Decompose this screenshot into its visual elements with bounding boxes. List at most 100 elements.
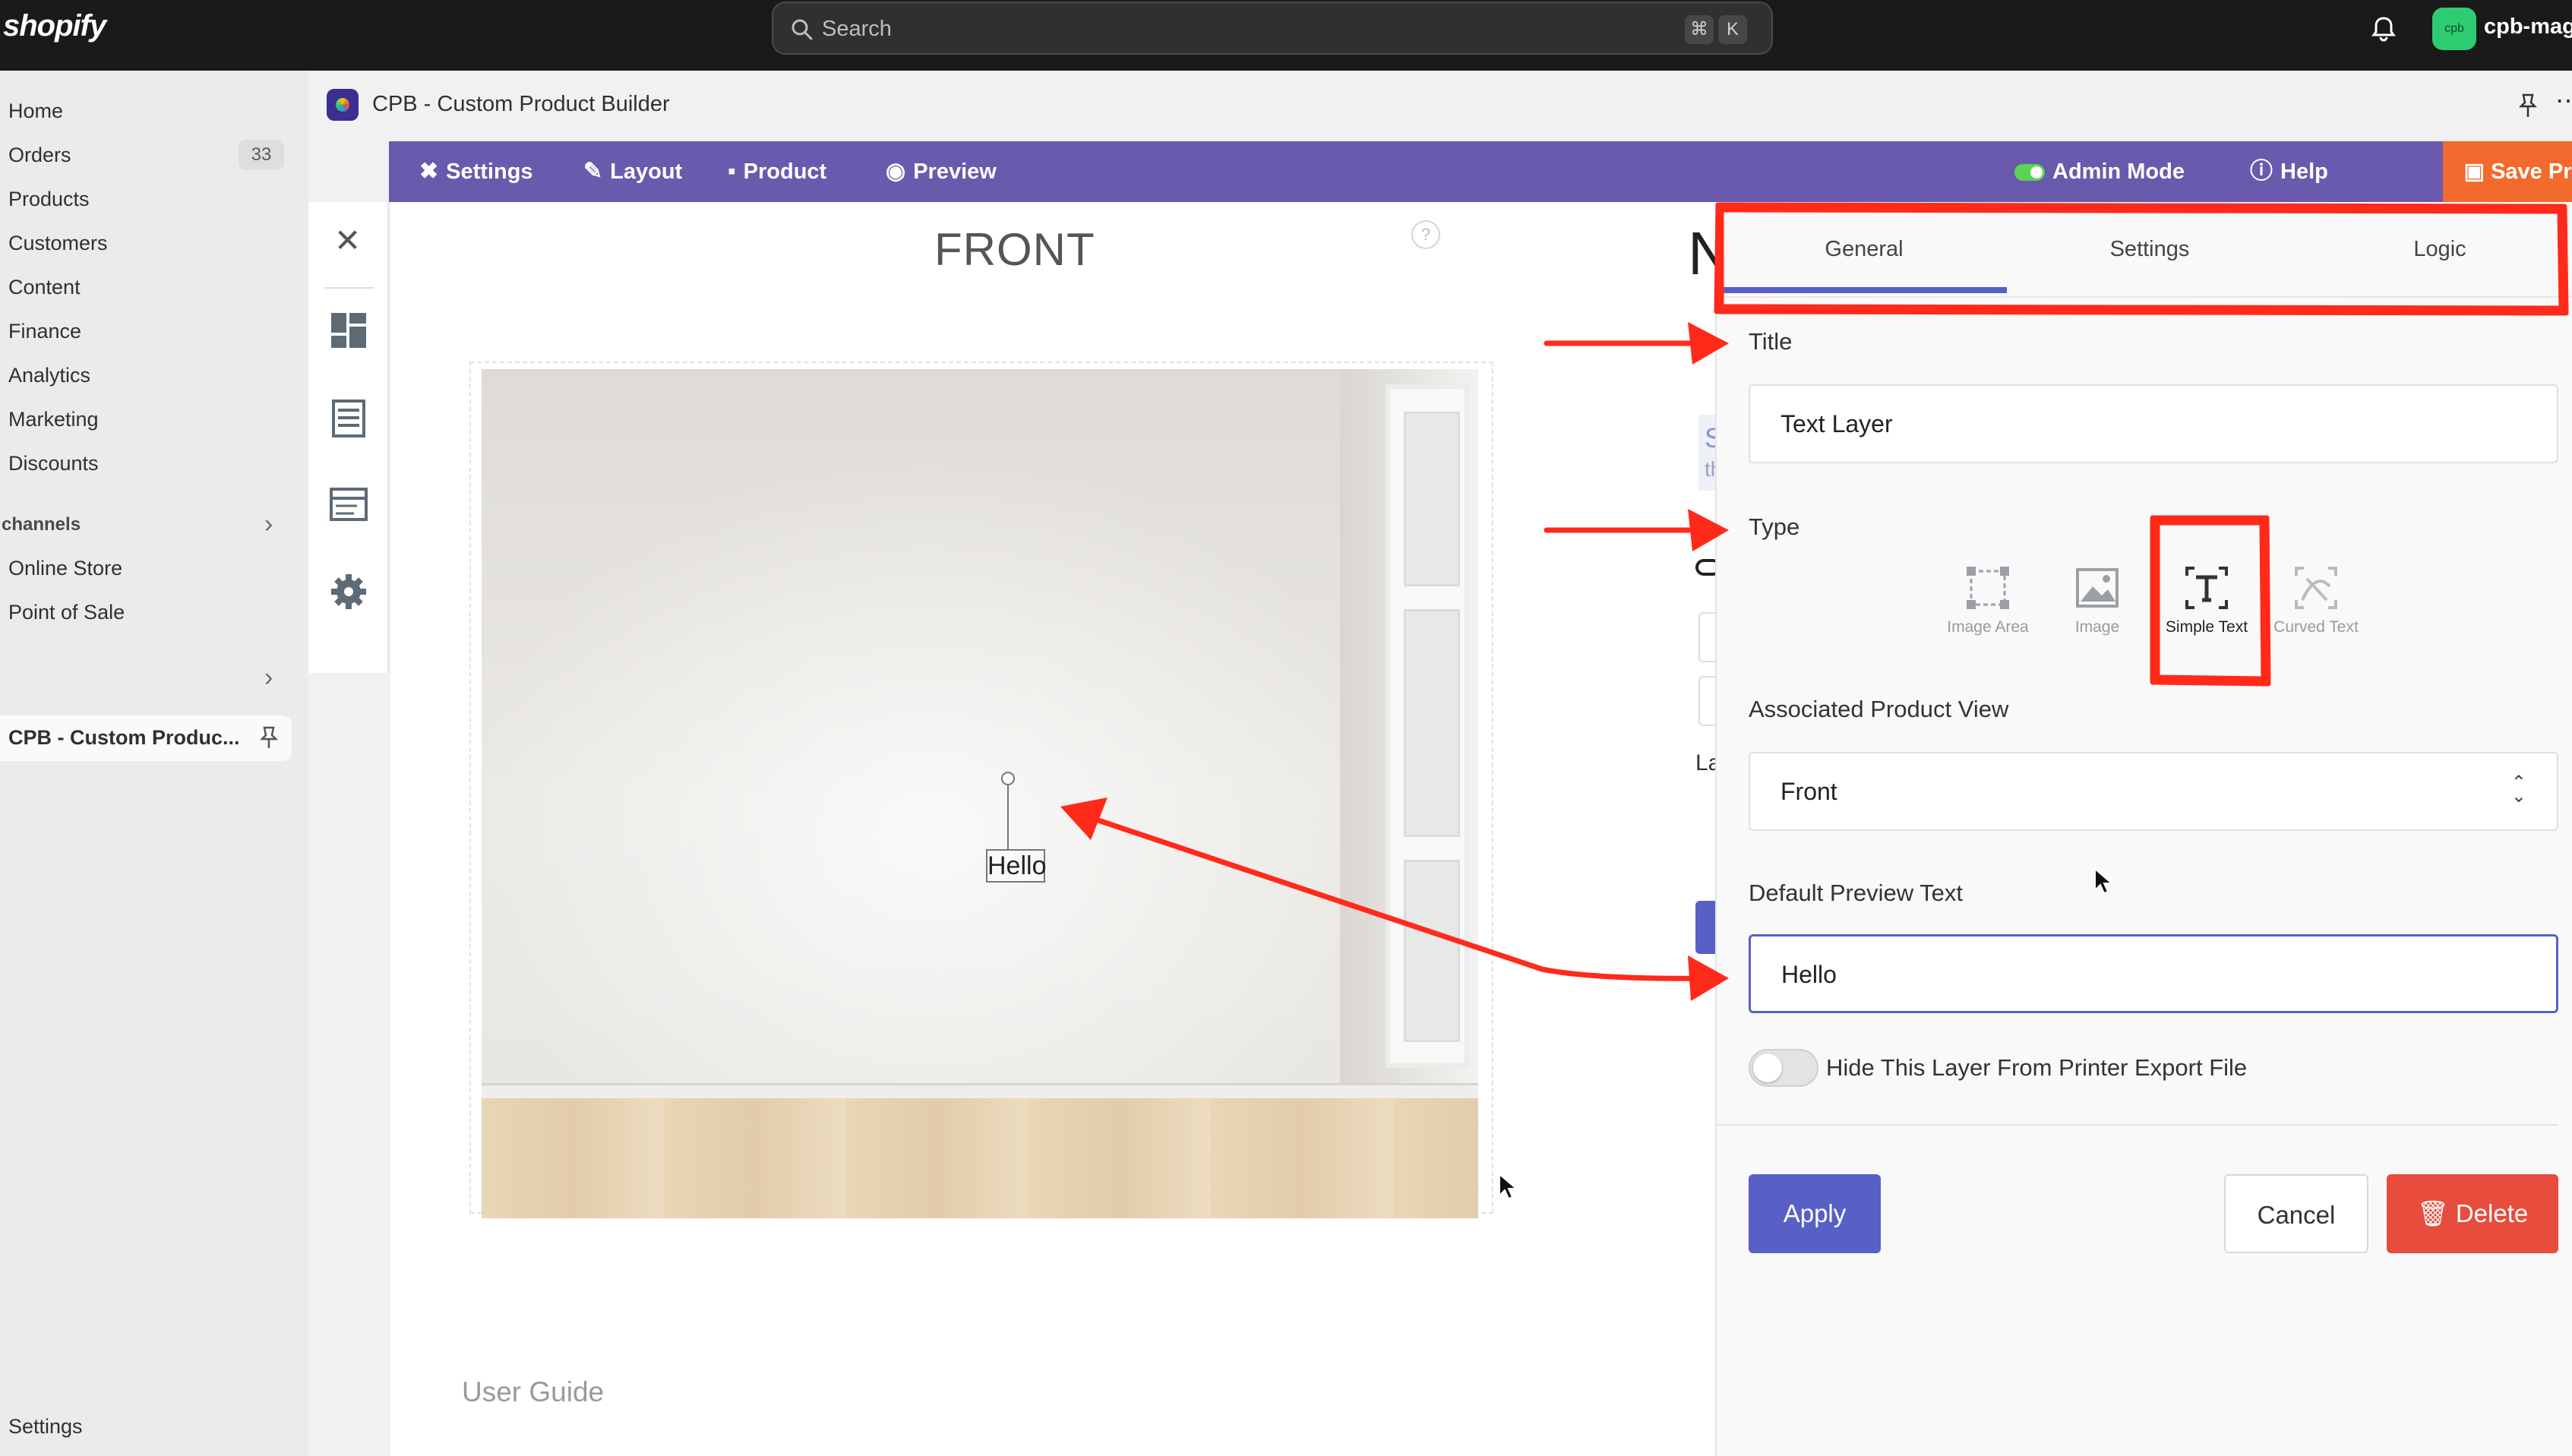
window-pane <box>1404 609 1460 837</box>
preview-text-label: Default Preview Text <box>1749 880 1963 906</box>
bag-icon: ▪ <box>728 159 736 184</box>
hide-layer-toggle[interactable] <box>1749 1049 1818 1087</box>
toolbar-help-label: Help <box>2280 159 2328 184</box>
tab-logic[interactable]: Logic <box>2297 202 2572 296</box>
nav-item-products[interactable]: Products <box>8 188 90 211</box>
search-bar[interactable]: Search ⌘ K <box>772 2 1773 55</box>
toolbar-preview-label: Preview <box>913 159 997 184</box>
nav-item-home[interactable]: Home <box>8 99 63 123</box>
chevron-right-icon[interactable]: › <box>264 510 273 539</box>
type-label: Type <box>1749 513 1800 540</box>
tabs-divider <box>1717 296 2572 298</box>
design-canvas[interactable]: FRONT ? Hello User Guide <box>390 202 1721 1456</box>
room-floor <box>482 1098 1478 1218</box>
apply-button[interactable]: Apply <box>1749 1174 1881 1253</box>
type-option-label: Image <box>2074 618 2120 636</box>
k-key: K <box>1718 15 1747 44</box>
left-nav: Home Orders 33 Products Customers Conten… <box>0 71 308 1456</box>
admin-mode-toggle[interactable]: Admin Mode <box>2014 141 2185 202</box>
search-icon <box>792 19 813 40</box>
nav-item-point-of-sale[interactable]: Point of Sale <box>8 601 125 624</box>
cmd-key: ⌘ <box>1685 15 1714 44</box>
app-title-bar: CPB - Custom Product Builder ⋯ <box>308 71 2572 141</box>
channels-heading: channels <box>2 514 81 535</box>
toolbar-layout-button[interactable]: ✎ Layout <box>583 141 682 202</box>
nav-item-finance[interactable]: Finance <box>8 320 81 343</box>
title-label: Title <box>1749 328 1793 355</box>
save-product-button[interactable]: ▣ Save Product <box>2443 141 2572 202</box>
nav-item-orders[interactable]: Orders <box>8 144 71 167</box>
store-avatar[interactable]: cpb <box>2432 8 2476 50</box>
mouse-cursor-icon <box>1499 1173 1518 1200</box>
nav-item-cpb-app[interactable]: CPB - Custom Produc... <box>0 715 292 761</box>
cancel-button[interactable]: Cancel <box>2224 1174 2368 1253</box>
toolbar-layout-label: Layout <box>610 159 683 184</box>
app-toolbar: ✖ Settings ✎ Layout ▪ Product ◉ Preview Admi… <box>389 141 2572 202</box>
room-window <box>1386 384 1469 1068</box>
type-option-label: Image Area <box>1947 618 2029 636</box>
text-layer[interactable]: Hello <box>986 849 1046 883</box>
select-arrows-icon: ⌃ ⌄ <box>2510 772 2526 807</box>
layers-table-icon[interactable] <box>327 483 371 527</box>
nav-item-customers[interactable]: Customers <box>8 232 108 255</box>
gear-icon[interactable] <box>327 570 371 614</box>
nav-item-discounts[interactable]: Discounts <box>8 452 99 475</box>
text-icon <box>2185 567 2228 609</box>
product-view-label: Associated Product View <box>1749 696 2009 722</box>
admin-mode-label: Admin Mode <box>2052 159 2185 184</box>
toolbar-help-button[interactable]: ⓘ Help <box>2250 141 2328 202</box>
nav-item-content[interactable]: Content <box>8 276 81 299</box>
type-curved-text-option[interactable]: Curved Text <box>2259 564 2373 636</box>
close-icon[interactable]: ✕ <box>334 225 361 257</box>
title-input[interactable]: Text Layer <box>1749 384 2558 463</box>
product-view-select[interactable]: Front ⌃ ⌄ <box>1749 752 2558 831</box>
admin-mode-switch[interactable] <box>2014 164 2045 182</box>
top-bar: shopify Search ⌘ K cpb cpb-mago <box>0 0 2572 71</box>
toolbar-product-label: Product <box>743 159 827 184</box>
tool-divider <box>325 287 374 289</box>
tab-general[interactable]: General <box>1721 202 2007 296</box>
pin-icon[interactable] <box>257 725 281 750</box>
shopify-logo[interactable]: shopify <box>3 9 106 43</box>
app-title: CPB - Custom Product Builder <box>372 92 670 116</box>
toolbar-settings-button[interactable]: ✖ Settings <box>419 141 533 202</box>
apps-chevron-right-icon[interactable]: › <box>264 663 273 693</box>
nav-item-settings[interactable]: Settings <box>8 1415 83 1439</box>
active-tab-indicator <box>1721 287 2007 293</box>
rotate-handle-line <box>1007 784 1009 851</box>
dashboard-icon[interactable] <box>327 308 371 352</box>
product-view-value: Front <box>1780 778 1837 805</box>
canvas-help-icon[interactable]: ? <box>1411 220 1440 249</box>
header-pin-icon[interactable] <box>2516 92 2540 119</box>
bell-icon[interactable] <box>2368 14 2399 44</box>
type-option-label: Curved Text <box>2273 618 2359 636</box>
more-icon[interactable]: ⋯ <box>2555 86 2572 116</box>
type-option-label: Simple Text <box>2165 618 2248 636</box>
nav-item-marketing[interactable]: Marketing <box>8 408 99 431</box>
delete-button[interactable]: 🗑 Delete <box>2387 1174 2558 1253</box>
brush-icon: ✎ <box>583 159 603 184</box>
window-pane <box>1404 412 1460 586</box>
image-icon <box>2076 568 2119 608</box>
window-pane <box>1404 860 1460 1042</box>
preview-text-input[interactable]: Hello <box>1749 934 2558 1013</box>
type-simple-text-option[interactable]: Simple Text <box>2150 564 2264 636</box>
nav-app-label: CPB - Custom Produc... <box>8 726 240 749</box>
type-image-option[interactable]: Image <box>2040 564 2154 636</box>
image-area-icon <box>1967 567 2009 609</box>
tab-settings[interactable]: Settings <box>2007 202 2292 296</box>
user-guide-link[interactable]: User Guide <box>462 1376 604 1408</box>
trash-icon: 🗑 <box>2416 1199 2456 1227</box>
store-name[interactable]: cpb-mago <box>2484 14 2572 39</box>
toolbar-product-button[interactable]: ▪ Product <box>728 141 826 202</box>
save-product-label: Save Product <box>2491 159 2572 184</box>
mouse-cursor-icon <box>2094 867 2113 895</box>
nav-item-analytics[interactable]: Analytics <box>8 364 90 387</box>
nav-item-online-store[interactable]: Online Store <box>8 557 122 580</box>
list-icon[interactable] <box>327 396 371 441</box>
tool-sidebar: ✕ <box>308 202 389 673</box>
delete-label: Delete <box>2455 1199 2529 1227</box>
toolbar-preview-button[interactable]: ◉ Preview <box>886 141 997 202</box>
type-image-area-option[interactable]: Image Area <box>1931 564 2045 636</box>
panel-divider <box>1717 1124 2558 1126</box>
